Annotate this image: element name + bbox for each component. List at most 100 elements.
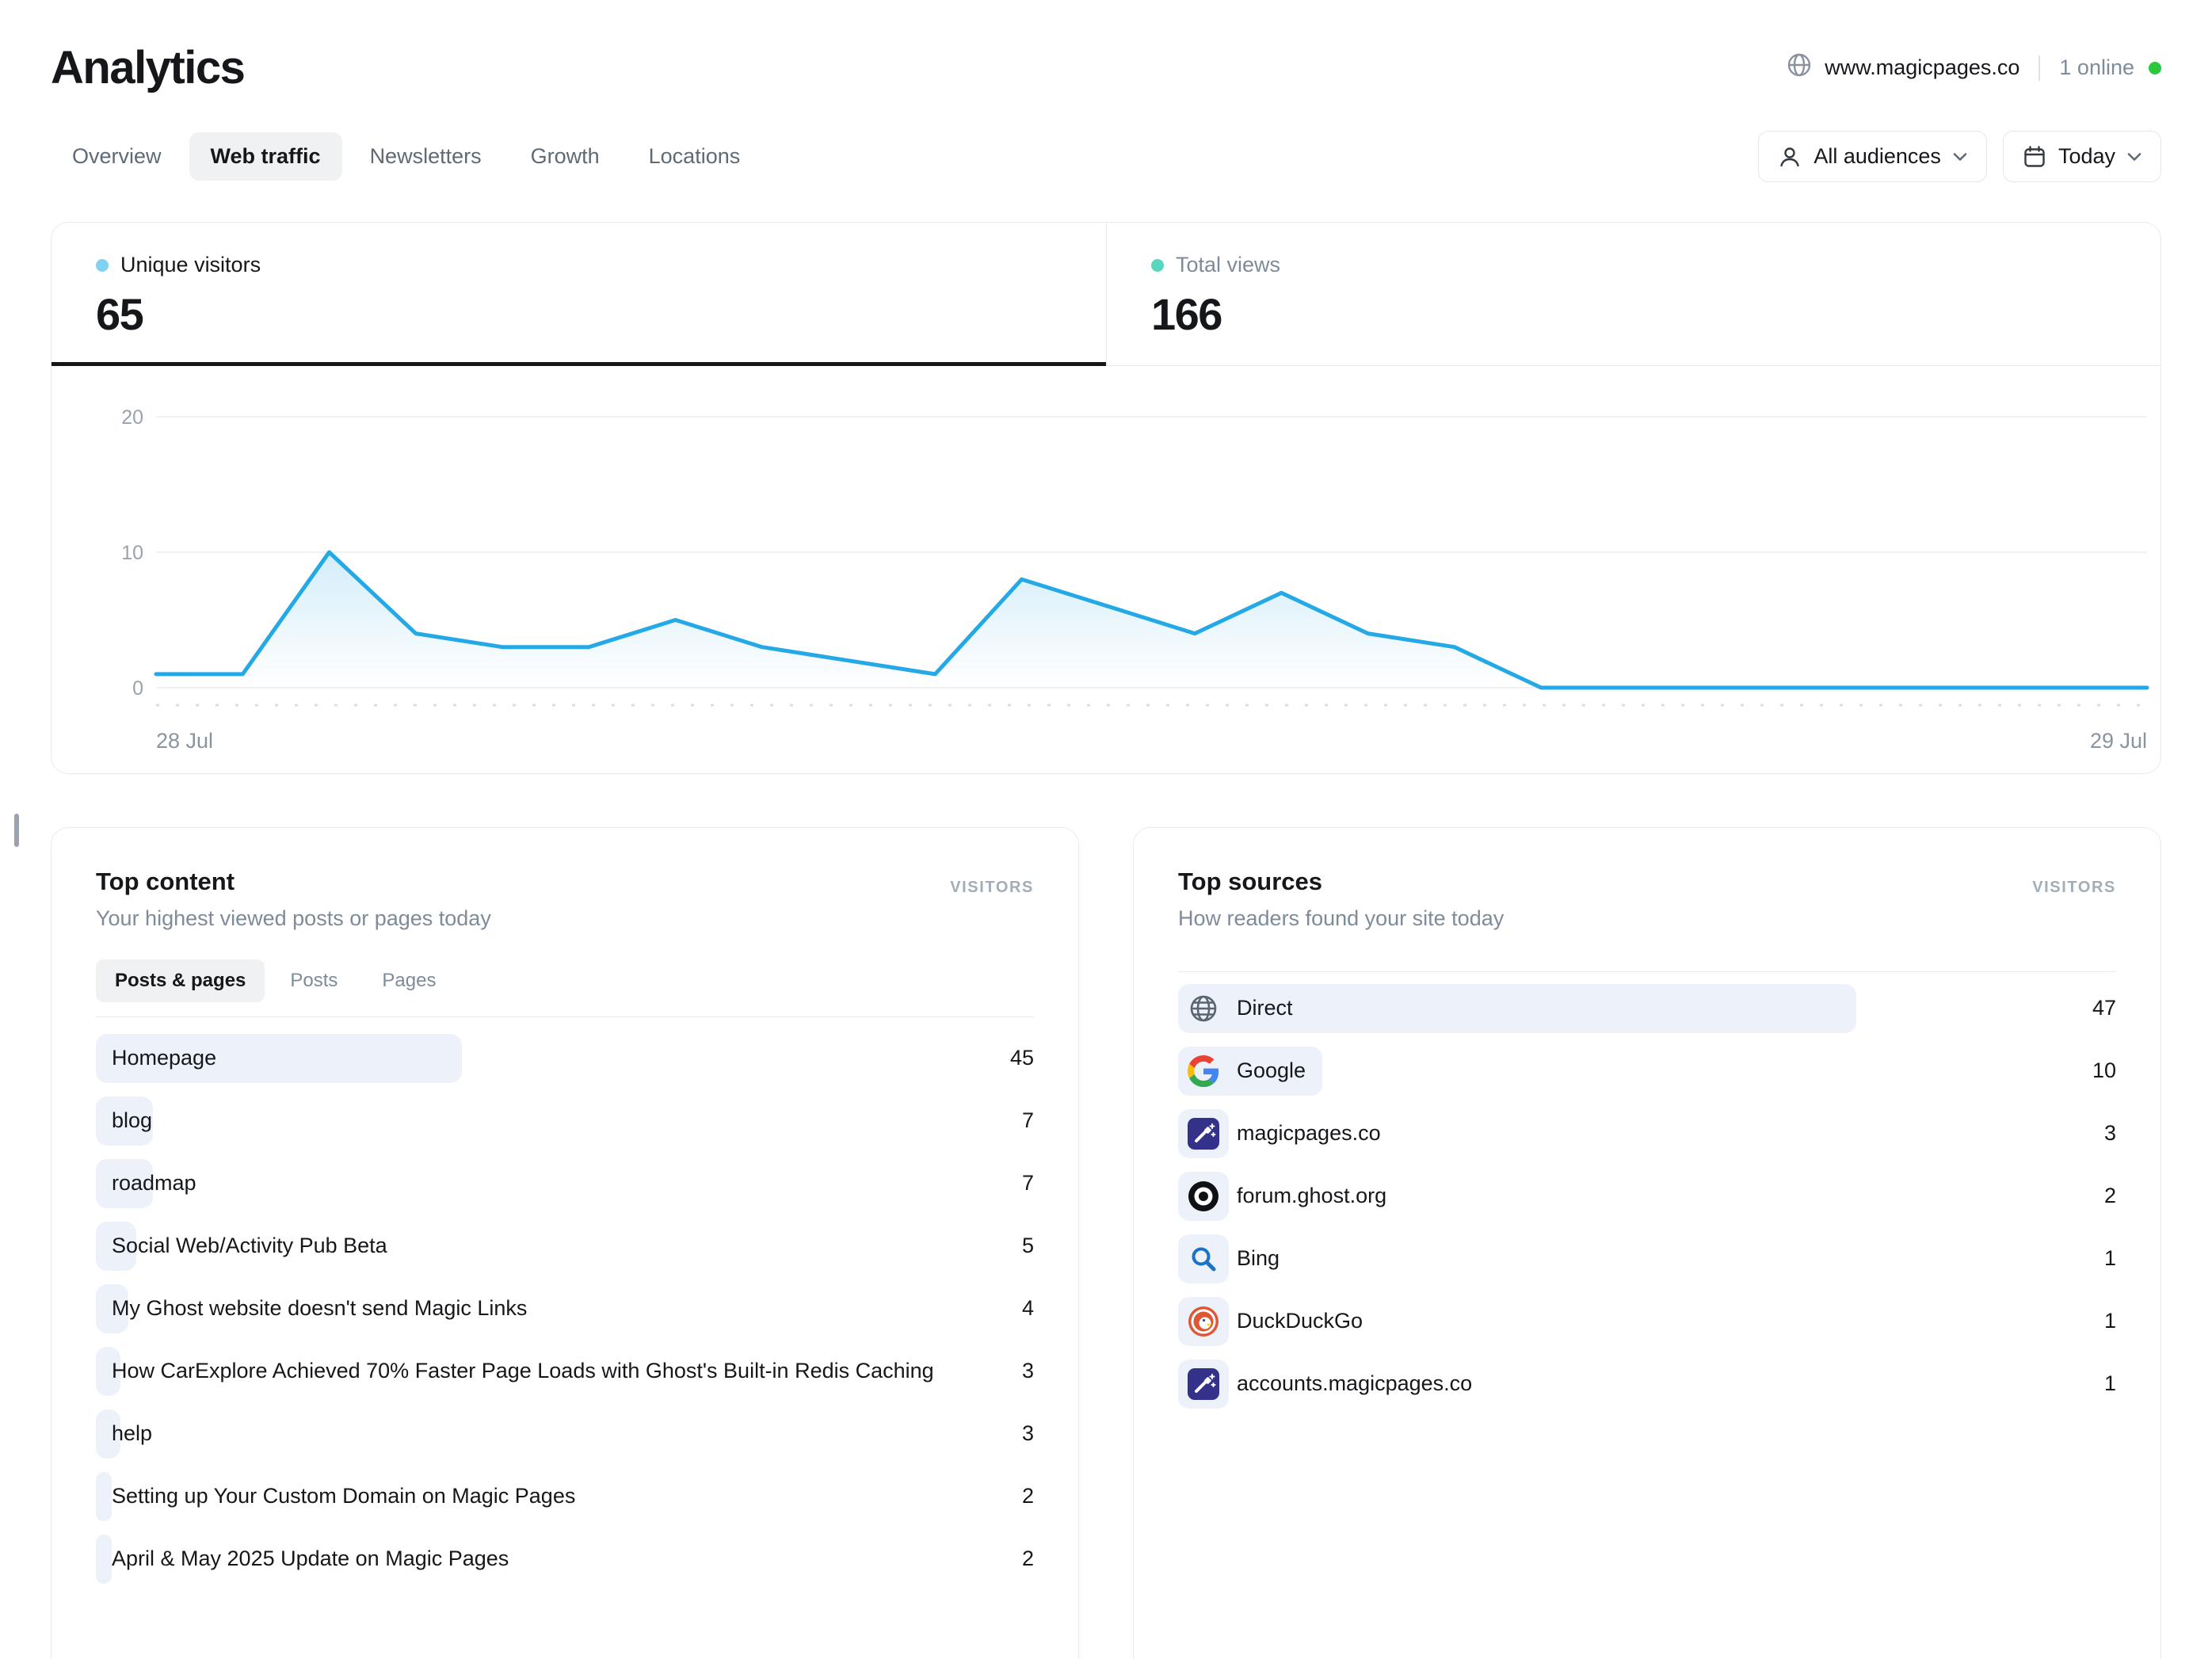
source-label: magicpages.co	[1237, 1121, 1381, 1146]
svg-text:28 Jul: 28 Jul	[156, 729, 213, 753]
content-visitors-value: 4	[1006, 1296, 1034, 1321]
traffic-chart: 2010028 Jul29 Jul	[51, 366, 2161, 773]
analytics-page: Analytics www.magicpages.co 1 online Ove…	[0, 0, 2212, 1659]
magicpages-icon	[1188, 1118, 1219, 1150]
audience-filter-button[interactable]: All audiences	[1758, 131, 1987, 182]
source-label: Google	[1237, 1058, 1306, 1083]
metric-unique-visitors[interactable]: Unique visitors 65	[51, 223, 1106, 365]
content-row[interactable]: How CarExplore Achieved 70% Faster Page …	[96, 1340, 1034, 1402]
tab-newsletters[interactable]: Newsletters	[349, 132, 503, 181]
source-visitors-value: 2	[2088, 1184, 2116, 1208]
date-filter-label: Today	[2058, 144, 2115, 169]
content-visitors-value: 3	[1006, 1359, 1034, 1383]
source-row[interactable]: forum.ghost.org 2	[1178, 1165, 2116, 1227]
content-tab-posts-pages[interactable]: Posts & pages	[96, 959, 265, 1002]
svg-text:29 Jul: 29 Jul	[2090, 729, 2147, 753]
person-icon	[1778, 145, 1802, 169]
metric-total-views[interactable]: Total views 166	[1106, 223, 2161, 365]
tab-overview[interactable]: Overview	[51, 132, 183, 181]
meta-divider	[2038, 55, 2040, 81]
site-domain-text: www.magicpages.co	[1825, 55, 2019, 80]
date-filter-button[interactable]: Today	[2003, 131, 2161, 182]
content-row[interactable]: Social Web/Activity Pub Beta5	[96, 1215, 1034, 1277]
content-row[interactable]: help 3	[96, 1402, 1034, 1465]
top-sources-list: Direct47 Google 10 magicpages.co 3 forum.ghos…	[1178, 972, 2116, 1415]
unique-visitors-dot	[96, 259, 109, 272]
content-visitors-value: 2	[1006, 1546, 1034, 1571]
duckduckgo-icon	[1188, 1306, 1219, 1337]
site-domain-link[interactable]: www.magicpages.co	[1787, 52, 2019, 83]
globe-icon	[1787, 52, 1812, 83]
content-label: Homepage	[112, 1046, 216, 1070]
page-title: Analytics	[51, 41, 244, 94]
filters: All audiences Today	[1758, 131, 2161, 182]
content-label: April & May 2025 Update on Magic Pages	[112, 1546, 509, 1571]
source-label: Bing	[1237, 1246, 1280, 1271]
content-row[interactable]: Homepage45	[96, 1027, 1034, 1089]
source-visitors-value: 3	[2088, 1121, 2116, 1146]
top-content-subtitle: Your highest viewed posts or pages today	[96, 906, 1034, 931]
content-tab-posts[interactable]: Posts	[271, 959, 357, 1002]
metric-value: 166	[1151, 288, 2161, 340]
content-visitors-value: 3	[1006, 1421, 1034, 1446]
content-visitors-value: 7	[1006, 1171, 1034, 1196]
traffic-card: Unique visitors 65 Total views 166 20100…	[51, 222, 2161, 774]
content-visitors-value: 2	[1006, 1484, 1034, 1508]
content-row[interactable]: roadmap 7	[96, 1152, 1034, 1215]
source-label: forum.ghost.org	[1237, 1184, 1386, 1208]
content-tab-pages[interactable]: Pages	[363, 959, 455, 1002]
detail-cards: Top content Your highest viewed posts or…	[51, 827, 2161, 1659]
content-type-segmented-control: Posts & pagesPostsPages	[96, 959, 1034, 1002]
metric-value: 65	[96, 288, 1106, 340]
source-visitors-value: 1	[2088, 1309, 2116, 1333]
source-label: accounts.magicpages.co	[1237, 1371, 1472, 1396]
visitors-column-header: VISITORS	[950, 879, 1034, 897]
content-label: How CarExplore Achieved 70% Faster Page …	[112, 1359, 934, 1383]
source-row[interactable]: DuckDuckGo1	[1178, 1290, 2116, 1352]
audience-filter-label: All audiences	[1813, 144, 1941, 169]
content-visitors-value: 7	[1006, 1108, 1034, 1133]
top-content-title: Top content	[96, 868, 1034, 896]
tab-growth[interactable]: Growth	[509, 132, 621, 181]
magicpages-icon	[1188, 1368, 1219, 1400]
online-status-dot	[2149, 62, 2161, 74]
top-content-card: Top content Your highest viewed posts or…	[51, 827, 1079, 1659]
top-content-header: Top content Your highest viewed posts or…	[96, 828, 1034, 931]
top-sources-header: Top sources How readers found your site …	[1178, 828, 2116, 931]
tab-web-traffic[interactable]: Web traffic	[189, 132, 342, 181]
content-label: blog	[112, 1108, 152, 1133]
topbar: Analytics www.magicpages.co 1 online	[51, 0, 2161, 94]
top-content-list: Homepage45 blog 7 roadmap 7 Social Web/Activi…	[96, 1017, 1034, 1590]
ghost-forum-icon	[1188, 1180, 1219, 1212]
metric-label: Total views	[1176, 253, 1280, 277]
svg-text:0: 0	[132, 677, 143, 700]
top-sources-subtitle: How readers found your site today	[1178, 906, 2116, 931]
metric-selector: Unique visitors 65 Total views 166	[51, 223, 2161, 366]
source-row[interactable]: Bing 1	[1178, 1227, 2116, 1290]
calendar-icon	[2023, 145, 2046, 169]
source-row[interactable]: Google 10	[1178, 1039, 2116, 1102]
source-visitors-value: 1	[2088, 1246, 2116, 1271]
content-row[interactable]: April & May 2025 Update on Magic Pages 2	[96, 1527, 1034, 1590]
google-icon	[1188, 1055, 1219, 1087]
metric-label: Unique visitors	[120, 253, 261, 277]
content-row[interactable]: blog 7	[96, 1089, 1034, 1152]
content-row[interactable]: Setting up Your Custom Domain on Magic P…	[96, 1465, 1034, 1527]
nav-tabs: OverviewWeb trafficNewslettersGrowthLoca…	[51, 132, 761, 181]
source-row[interactable]: accounts.magicpages.co1	[1178, 1352, 2116, 1415]
content-label: roadmap	[112, 1171, 196, 1196]
content-label: Setting up Your Custom Domain on Magic P…	[112, 1484, 575, 1508]
tab-row: OverviewWeb trafficNewslettersGrowthLoca…	[51, 131, 2161, 182]
visitors-column-header: VISITORS	[2032, 879, 2116, 897]
content-label: help	[112, 1421, 152, 1446]
content-label: My Ghost website doesn't send Magic Link…	[112, 1296, 527, 1321]
total-views-dot	[1151, 259, 1164, 272]
source-row[interactable]: magicpages.co 3	[1178, 1102, 2116, 1165]
source-visitors-value: 47	[2077, 996, 2116, 1020]
tab-locations[interactable]: Locations	[627, 132, 762, 181]
source-visitors-value: 10	[2077, 1058, 2116, 1083]
source-row[interactable]: Direct47	[1178, 977, 2116, 1039]
scrollbar-thumb[interactable]	[14, 814, 19, 847]
content-row[interactable]: My Ghost website doesn't send Magic Link…	[96, 1277, 1034, 1340]
site-meta: www.magicpages.co 1 online	[1787, 52, 2161, 83]
